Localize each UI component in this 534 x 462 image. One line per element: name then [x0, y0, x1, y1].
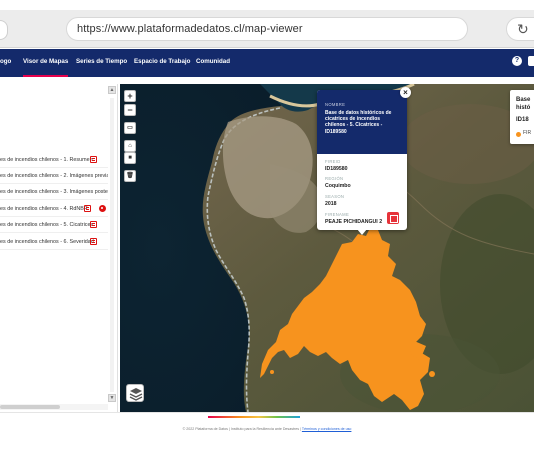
scroll-down-icon[interactable]: ▼: [108, 394, 116, 402]
footer-color-strip: [208, 416, 300, 418]
layer-label: es de incendios chilenos - 2. Imágenes p…: [0, 173, 108, 179]
terms-link[interactable]: Términos y condiciones de uso: [302, 427, 352, 431]
popup-name-value: Base de datos históricos de cicatrices d…: [325, 110, 392, 135]
map-view[interactable]: + − ▭ ⌂ ■ 🗑 NOMBRE Base de datos históri…: [120, 84, 534, 412]
nav-visor-de-mapas[interactable]: Visor de Mapas: [23, 49, 69, 77]
layers-sidebar: es de incendios chilenos - 1. Resumen es…: [0, 84, 118, 412]
popup-field-label: REGIÓN: [325, 176, 344, 181]
document-icon[interactable]: [90, 156, 97, 163]
workspace: es de incendios chilenos - 1. Resumen es…: [0, 84, 534, 412]
stop-icon[interactable]: ■: [124, 152, 136, 164]
feature-popup: NOMBRE Base de datos históricos de cicat…: [317, 90, 407, 230]
layer-row-resumen[interactable]: es de incendios chilenos - 1. Resumen: [0, 152, 108, 168]
legend-title-line: histó: [516, 105, 531, 111]
layer-label: es de incendios chilenos - 5. Cicatrices: [0, 222, 94, 228]
footer-text: © 2022 Plataforma de Datos | Instituto p…: [0, 427, 534, 431]
popup-field-value: 2018: [325, 201, 337, 207]
popup-field-value: Coquimbo: [325, 183, 351, 189]
popup-field-label: SEASON: [325, 194, 345, 199]
popup-field-label: FIREID: [325, 159, 341, 164]
layers-icon: [129, 388, 143, 401]
layer-label: es de incendios chilenos - 4. RdNBR: [0, 206, 88, 212]
legend-swatch: [516, 132, 521, 137]
trash-icon[interactable]: 🗑: [124, 170, 136, 182]
nav-series-de-tiempo[interactable]: Series de Tiempo: [76, 49, 127, 77]
layer-label: es de incendios chilenos - 1. Resumen: [0, 157, 93, 163]
page-footer: © 2022 Plataforma de Datos | Instituto p…: [0, 412, 534, 432]
popup-field-value: PEAJE PICHIDANGUI 2: [325, 219, 383, 225]
popup-name-label: NOMBRE: [325, 102, 346, 107]
measure-icon[interactable]: ▭: [124, 122, 136, 134]
map-legend: Base histó ID18 FIR: [510, 90, 534, 144]
zoom-out-button[interactable]: −: [124, 104, 136, 116]
scroll-up-icon[interactable]: ▲: [108, 86, 116, 94]
top-navigation: ogo Visor de Mapas Series de Tiempo Espa…: [0, 49, 534, 77]
popup-pointer: [357, 229, 367, 235]
document-icon[interactable]: [90, 221, 97, 228]
layer-row-rdnbr[interactable]: es de incendios chilenos - 4. RdNBR: [0, 201, 108, 217]
popup-field-label: FIRENAME: [325, 212, 350, 217]
reload-icon[interactable]: ↻: [506, 17, 534, 41]
popup-field-value: ID189580: [325, 166, 348, 172]
palette-icon[interactable]: [99, 205, 106, 212]
scroll-track[interactable]: [110, 98, 114, 392]
nav-espacio-de-trabajo[interactable]: Espacio de Trabajo: [134, 49, 190, 77]
basemap-layers-button[interactable]: [126, 384, 144, 402]
legend-item-label: FIR: [523, 130, 532, 136]
horizontal-scrollbar[interactable]: [0, 404, 108, 410]
open-link-icon[interactable]: [387, 212, 399, 224]
browser-toolbar: https://www.plataformadedatos.cl/map-vie…: [0, 10, 534, 48]
zoom-in-button[interactable]: +: [124, 90, 136, 102]
home-icon[interactable]: ⌂: [124, 140, 136, 152]
legend-title-line: Base: [516, 97, 531, 103]
layer-label: es de incendios chilenos - 6. Severidad: [0, 239, 94, 245]
back-area[interactable]: [0, 20, 8, 40]
close-icon[interactable]: ×: [400, 87, 411, 98]
legend-title-line: ID18: [516, 117, 529, 123]
nav-logo-text[interactable]: ogo: [0, 49, 11, 77]
popup-header: NOMBRE Base de datos históricos de cicat…: [317, 90, 407, 154]
address-bar[interactable]: https://www.plataformadedatos.cl/map-vie…: [66, 17, 468, 41]
layer-label: es de incendios chilenos - 3. Imágenes p…: [0, 189, 108, 195]
vertical-scrollbar[interactable]: ▲ ▼: [108, 86, 116, 404]
layer-row-severidad[interactable]: es de incendios chilenos - 6. Severidad: [0, 234, 108, 250]
document-icon[interactable]: [84, 205, 91, 212]
notification-icon[interactable]: [528, 56, 534, 66]
layer-row-imagenes-posteriores[interactable]: es de incendios chilenos - 3. Imágenes p…: [0, 184, 108, 200]
nav-comunidad[interactable]: Comunidad: [196, 49, 230, 77]
footer-copyright: © 2022 Plataforma de Datos | Instituto p…: [182, 427, 302, 431]
document-icon[interactable]: [90, 238, 97, 245]
layer-row-cicatrices[interactable]: es de incendios chilenos - 5. Cicatrices: [0, 217, 108, 233]
scroll-thumb[interactable]: [0, 405, 60, 409]
layer-row-imagenes-previas[interactable]: es de incendios chilenos - 2. Imágenes p…: [0, 168, 108, 184]
help-icon[interactable]: ?: [512, 56, 522, 66]
